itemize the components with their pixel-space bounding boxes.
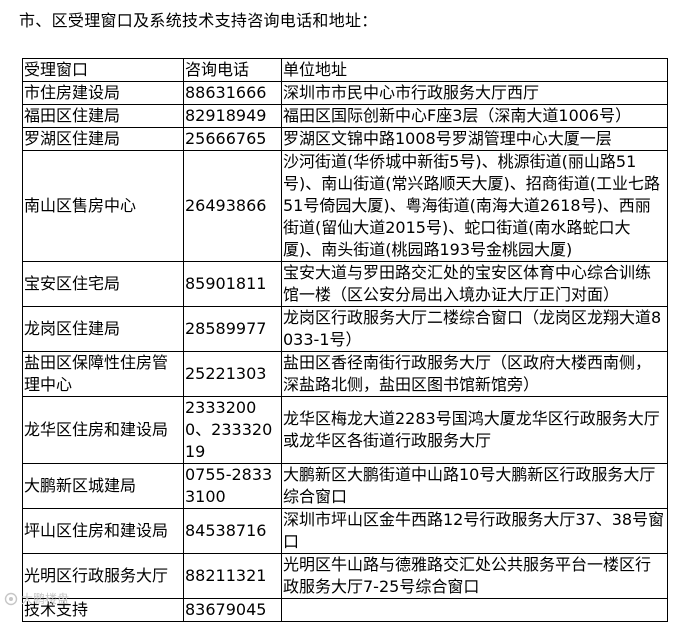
- row-address: [281, 598, 668, 622]
- table-row: 光明区行政服务大厅 88211321 光明区牛山路与德雅路交汇处公共服务平台一楼…: [22, 553, 668, 599]
- row-address: 龙华区梅龙大道2283号国鸿大厦龙华区行政服务大厅或龙华区各街道行政服务大厅: [281, 396, 668, 464]
- row-address: 大鹏新区大鹏街道中山路10号大鹏新区行政服务大厅综合窗口: [281, 463, 668, 509]
- header-window: 受理窗口: [22, 58, 184, 82]
- row-phone: 25666765: [183, 127, 282, 151]
- row-phone: 23332000、23332019: [183, 396, 282, 464]
- table-row: 大鹏新区城建局 0755-28333100 大鹏新区大鹏街道中山路10号大鹏新区…: [22, 463, 668, 509]
- row-phone: 88211321: [183, 553, 282, 599]
- row-phone: 26493866: [183, 150, 282, 262]
- row-window: 盐田区保障性住房管理中心: [22, 351, 184, 397]
- table-header-row: 受理窗口 咨询电话 单位地址: [22, 58, 668, 82]
- row-phone: 88631666: [183, 81, 282, 105]
- row-address: 宝安大道与罗田路交汇处的宝安区体育中心综合训练馆一楼（区公安分局出入境办证大厅正…: [281, 261, 668, 307]
- row-address: 深圳市坪山区金牛西路12号行政服务大厅37、38号窗口: [281, 508, 668, 554]
- table-row: 龙华区住房和建设局 23332000、23332019 龙华区梅龙大道2283号…: [22, 396, 668, 464]
- row-address: 龙岗区行政服务大厅二楼综合窗口（龙岗区龙翔大道8033-1号）: [281, 306, 668, 352]
- row-address: 沙河街道(华侨城中新街5号)、桃源街道(丽山路51号)、南山街道(常兴路顺天大厦…: [281, 150, 668, 262]
- row-window: 市住房建设局: [22, 81, 184, 105]
- row-window: 龙华区住房和建设局: [22, 396, 184, 464]
- row-window: 大鹏新区城建局: [22, 463, 184, 509]
- table-row: 坪山区住房和建设局 84538716 深圳市坪山区金牛西路12号行政服务大厅37…: [22, 508, 668, 554]
- watermark: 大鹏楼盘: [4, 592, 69, 606]
- row-phone: 25221303: [183, 351, 282, 397]
- header-address: 单位地址: [281, 58, 668, 82]
- row-window: 南山区售房中心: [22, 150, 184, 262]
- page-heading: 市、区受理窗口及系统技术支持咨询电话和地址：: [19, 11, 378, 30]
- row-address: 深圳市市民中心市行政服务大厅西厅: [281, 81, 668, 105]
- row-window: 福田区住建局: [22, 104, 184, 128]
- row-address: 罗湖区文锦中路1008号罗湖管理中心大厦一层: [281, 127, 668, 151]
- table-row: 龙岗区住建局 28589977 龙岗区行政服务大厅二楼综合窗口（龙岗区龙翔大道8…: [22, 306, 668, 352]
- row-phone: 84538716: [183, 508, 282, 554]
- row-phone: 85901811: [183, 261, 282, 307]
- table-row: 市住房建设局 88631666 深圳市市民中心市行政服务大厅西厅: [22, 81, 668, 105]
- row-window: 宝安区住宅局: [22, 261, 184, 307]
- row-phone: 82918949: [183, 104, 282, 128]
- contact-table: 受理窗口 咨询电话 单位地址 市住房建设局 88631666 深圳市市民中心市行…: [22, 58, 668, 622]
- table-row: 罗湖区住建局 25666765 罗湖区文锦中路1008号罗湖管理中心大厦一层: [22, 127, 668, 151]
- table-row: 盐田区保障性住房管理中心 25221303 盐田区香径南街行政服务大厅（区政府大…: [22, 351, 668, 397]
- table-row: 宝安区住宅局 85901811 宝安大道与罗田路交汇处的宝安区体育中心综合训练馆…: [22, 261, 668, 307]
- table-row: 南山区售房中心 26493866 沙河街道(华侨城中新街5号)、桃源街道(丽山路…: [22, 150, 668, 262]
- table-row: 福田区住建局 82918949 福田区国际创新中心F座3层（深南大道1006号）: [22, 104, 668, 128]
- watermark-logo-icon: [4, 592, 18, 606]
- row-phone: 28589977: [183, 306, 282, 352]
- row-address: 光明区牛山路与德雅路交汇处公共服务平台一楼区行政服务大厅7-25号综合窗口: [281, 553, 668, 599]
- row-window: 坪山区住房和建设局: [22, 508, 184, 554]
- row-window: 罗湖区住建局: [22, 127, 184, 151]
- row-window: 龙岗区住建局: [22, 306, 184, 352]
- row-address: 盐田区香径南街行政服务大厅（区政府大楼西南侧，深盐路北侧，盐田区图书馆新馆旁）: [281, 351, 668, 397]
- header-phone: 咨询电话: [183, 58, 282, 82]
- watermark-text: 大鹏楼盘: [21, 592, 70, 606]
- row-phone: 83679045: [183, 598, 282, 622]
- table-row: 技术支持 83679045: [22, 598, 668, 622]
- row-phone: 0755-28333100: [183, 463, 282, 509]
- row-address: 福田区国际创新中心F座3层（深南大道1006号）: [281, 104, 668, 128]
